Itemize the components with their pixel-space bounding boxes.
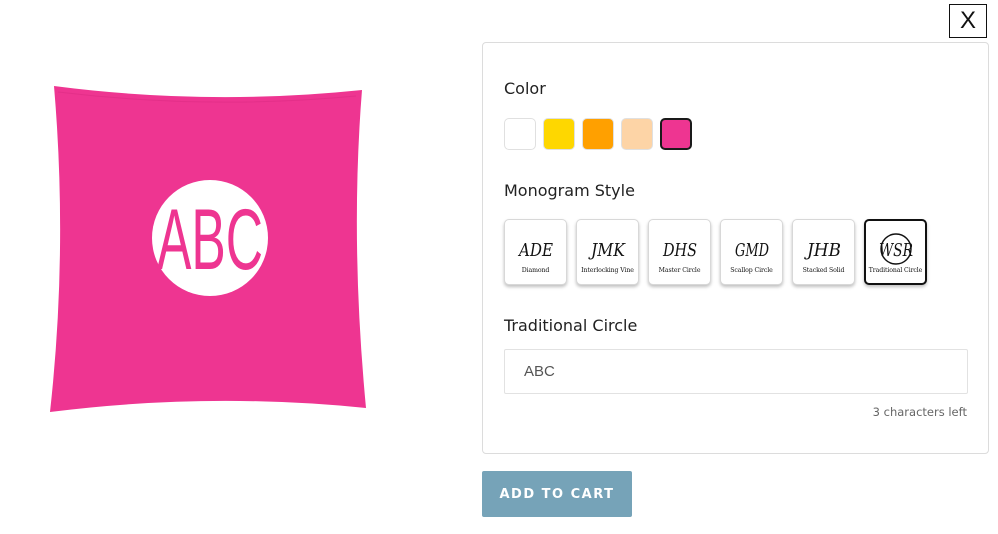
product-image: ABC — [48, 80, 370, 412]
color-swatch-peach[interactable] — [621, 118, 653, 150]
monogram-style-label: Monogram Style — [504, 181, 635, 200]
monogram-preview-icon: ADE — [517, 240, 553, 261]
style-caption: Scallop Circle — [730, 266, 773, 274]
color-swatch-white[interactable] — [504, 118, 536, 150]
add-to-cart-button[interactable]: ADD TO CART — [482, 471, 632, 517]
style-option-interlocking-vine[interactable]: JMK Interlocking Vine — [576, 219, 639, 285]
monogram-preview-letters: ADE — [517, 240, 553, 261]
selected-style-label: Traditional Circle — [504, 316, 638, 335]
monogram-preview-letters: DHS — [662, 240, 697, 261]
characters-left: 3 characters left — [872, 405, 967, 419]
style-option-traditional-circle[interactable]: WSR Traditional Circle — [864, 219, 927, 285]
style-option-diamond[interactable]: ADE Diamond — [504, 219, 567, 285]
customization-panel: Color Monogram Style ADE Diamond JMK Interl… — [482, 42, 989, 454]
color-swatches — [504, 118, 692, 150]
monogram-preview-icon: GMD — [735, 240, 769, 261]
style-caption: Diamond — [521, 266, 550, 274]
style-caption: Traditional Circle — [868, 266, 923, 274]
monogram-preview-letters: JHB — [803, 240, 841, 261]
color-swatch-yellow[interactable] — [543, 118, 575, 150]
style-option-master-circle[interactable]: DHS Master Circle — [648, 219, 711, 285]
style-caption: Master Circle — [658, 266, 701, 274]
monogram-style-options: ADE Diamond JMK Interlocking Vine DHS Master … — [504, 219, 927, 285]
monogram-preview-letters: WSR — [879, 240, 913, 261]
style-option-stacked-solid[interactable]: JHB Stacked Solid — [792, 219, 855, 285]
close-button[interactable]: X — [949, 4, 987, 38]
color-label: Color — [504, 79, 546, 98]
color-swatch-orange[interactable] — [582, 118, 614, 150]
pillow-illustration: ABC — [50, 86, 366, 412]
monogram-preview-icon: DHS — [662, 240, 697, 261]
monogram-preview-letters: JMK — [587, 240, 626, 261]
monogram-preview-icon: WSR — [879, 232, 913, 265]
style-caption: Stacked Solid — [802, 266, 845, 274]
monogram-text-input[interactable] — [504, 349, 968, 394]
style-option-scallop-circle[interactable]: GMD Scallop Circle — [720, 219, 783, 285]
monogram-preview-icon: JMK — [587, 240, 626, 261]
monogram-preview-letters: GMD — [735, 240, 769, 261]
monogram-preview-icon: JHB — [803, 240, 841, 261]
monogram-text: ABC — [157, 192, 263, 288]
color-swatch-pink[interactable] — [660, 118, 692, 150]
style-caption: Interlocking Vine — [581, 266, 634, 274]
